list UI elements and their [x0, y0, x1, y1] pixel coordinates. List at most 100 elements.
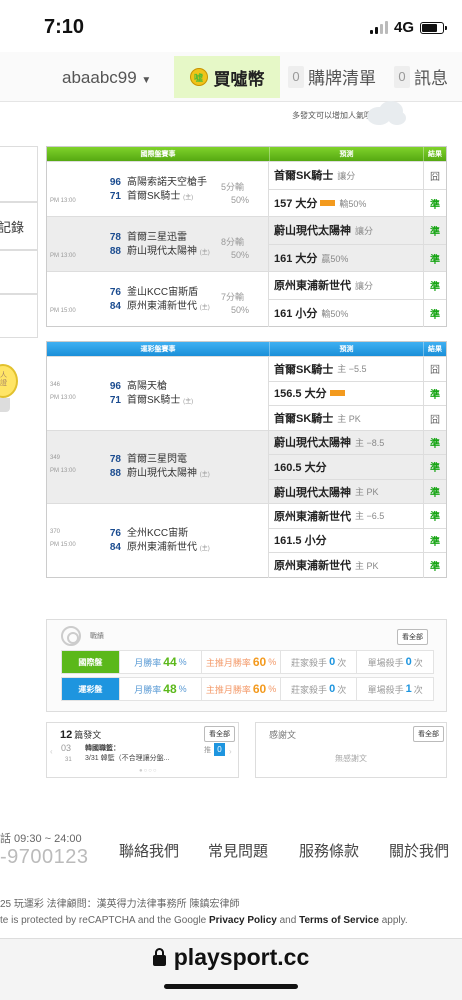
home-score: 71 — [109, 394, 121, 406]
footer-link-about[interactable]: 關於我們 — [389, 840, 449, 861]
messages-count: 0 — [394, 65, 410, 88]
battery-icon — [420, 21, 447, 34]
posts-view-all-button[interactable]: 看全部 — [204, 726, 235, 742]
away-team[interactable]: 96 高陽天槍 — [100, 377, 167, 392]
home-tag: (主) — [199, 249, 210, 256]
prediction-column: 原州東浦新世代主 −6.5 準 161.5 小分準原州東浦新世代主 PK 準 — [269, 504, 446, 578]
match-cell: PM 13:00 78 首爾三星迅雷 88 蔚山現代太陽神 (主) 8分輸 50% — [47, 217, 269, 272]
away-team[interactable]: 76 釜山KCC宙斯盾 — [100, 283, 198, 298]
prediction-text[interactable]: 160.5 大分 — [269, 455, 424, 479]
prediction-text[interactable]: 蔚山現代太陽神主 PK — [269, 479, 424, 504]
footer-link-faq[interactable]: 常見問題 — [208, 840, 268, 861]
result-win: 準 — [430, 226, 440, 238]
prediction-detail: 讓分 — [355, 280, 374, 291]
away-team[interactable]: 78 首爾三星閃電 — [100, 450, 187, 465]
prediction-pick: 160.5 大分 — [274, 461, 327, 474]
stats-main: 主推月勝率 60% — [202, 678, 281, 700]
prediction-column: 首爾SK騎士主 −5.5 囧 156.5 大分準首爾SK騎士主 PK 囧 — [269, 357, 446, 431]
terms-of-service-link[interactable]: Terms of Service — [299, 915, 379, 926]
result-win: 準 — [430, 561, 440, 573]
home-tag: (主) — [199, 545, 210, 552]
prediction-text[interactable]: 161 大分 贏50% — [269, 244, 424, 272]
intl-table-header: 國際盤賽事 預測 結果 — [47, 147, 446, 161]
privacy-policy-link[interactable]: Privacy Policy — [209, 915, 277, 926]
chevron-right-icon[interactable]: › — [229, 747, 232, 756]
home-indicator[interactable] — [164, 984, 298, 989]
home-team[interactable]: 71 首爾SK騎士 (主) — [100, 391, 193, 406]
lottery-table-body: 346 PM 13:00 96 高陽天槍 71 首爾SK騎士 (主) 首爾SK騎士主 −5.… — [47, 356, 446, 578]
messages-link[interactable]: 0 訊息 — [394, 64, 448, 89]
result-win: 準 — [430, 254, 440, 266]
prediction-row: 161.5 小分 準 — [269, 528, 446, 553]
prediction-row: 首爾SK騎士 讓分囧 — [269, 162, 446, 190]
prediction-pick: 首爾SK騎士 — [274, 363, 334, 376]
prediction-text[interactable]: 原州東浦新世代主 −6.5 — [269, 504, 424, 528]
header-result: 結果 — [428, 346, 442, 353]
prediction-pick: 首爾SK騎士 — [274, 413, 334, 426]
buy-coin-button[interactable]: 噓 買噓幣 — [174, 56, 280, 98]
away-team[interactable]: 78 首爾三星迅雷 — [100, 228, 187, 243]
result-win: 準 — [430, 199, 440, 211]
browser-url-bar[interactable]: playsport.cc — [0, 938, 462, 1000]
home-team[interactable]: 88 蔚山現代太陽神 (主) — [100, 242, 210, 257]
away-team[interactable]: 96 高陽索諾天空槍手 — [100, 173, 207, 188]
prediction-row: 蔚山現代太陽神 讓分準 — [269, 217, 446, 245]
stats-view-all-button[interactable]: 看全部 — [397, 629, 428, 645]
prediction-text[interactable]: 161 小分 輸50% — [269, 299, 424, 327]
footer-link-contact[interactable]: 聯絡我們 — [119, 840, 179, 861]
cart-count: 0 — [288, 65, 304, 88]
home-team[interactable]: 71 首爾SK騎士 (主) — [100, 187, 193, 202]
prediction-text[interactable]: 原州東浦新世代主 PK — [269, 553, 424, 578]
prediction-row: 原州東浦新世代主 PK 準 — [269, 553, 446, 578]
prediction-text[interactable]: 首爾SK騎士主 PK — [269, 406, 424, 431]
target-icon — [61, 626, 81, 646]
away-team[interactable]: 76 全州KCC宙斯 — [100, 524, 188, 539]
lock-icon — [152, 948, 166, 966]
prediction-text[interactable]: 原州東浦新世代 讓分 — [269, 272, 424, 299]
game-number: 346 — [50, 381, 61, 388]
chevron-left-icon[interactable]: ‹ — [50, 747, 53, 756]
home-team[interactable]: 88 蔚山現代太陽神 (主) — [100, 464, 210, 479]
post-item[interactable]: 韓國職籃： 3/31 韓籃（不合理讓分盤... — [85, 744, 169, 764]
home-tag: (主) — [183, 398, 194, 405]
prediction-pick: 原州東浦新世代 — [274, 510, 351, 523]
cloud-icon — [367, 101, 406, 125]
prediction-text[interactable]: 156.5 大分 — [269, 381, 424, 405]
home-team[interactable]: 84 原州東浦新世代 (主) — [100, 297, 210, 312]
prediction-text[interactable]: 157 大分 輸50% — [269, 189, 424, 217]
user-menu[interactable]: abaabc99 ▼ — [62, 68, 151, 88]
game-number: 349 — [50, 455, 61, 462]
home-score: 71 — [109, 190, 121, 202]
footer-link-terms[interactable]: 服務條款 — [299, 840, 359, 861]
sidebar-box — [0, 146, 38, 202]
stats-single: 單場殺手 0 次 — [367, 656, 423, 668]
game-time: PM 13:00 — [50, 394, 76, 401]
prediction-text[interactable]: 蔚山現代太陽神 讓分 — [269, 217, 424, 244]
prediction-pick: 161 小分 — [274, 308, 318, 321]
post-date: 03 31 — [61, 743, 72, 763]
prediction-row: 原州東浦新世代 讓分準 — [269, 272, 446, 300]
spread-result: 8分輸 50% — [221, 236, 250, 260]
sidebar-record-link[interactable]: 記錄 — [0, 202, 38, 250]
spread-result: 7分輸 50% — [221, 291, 250, 315]
prediction-text[interactable]: 首爾SK騎士 讓分 — [269, 162, 424, 189]
intl-table-body: PM 13:00 96 高陽索諾天空槍手 71 首爾SK騎士 (主) 5分輸 50% 首爾SK… — [47, 161, 446, 327]
home-tag: (主) — [199, 472, 210, 479]
home-team[interactable]: 84 原州東浦新世代 (主) — [100, 538, 210, 553]
cart-link[interactable]: 0 購牌清單 — [288, 64, 376, 89]
prediction-row: 蔚山現代太陽神主 −8.5 準 — [269, 430, 446, 455]
thanks-title: 感謝文 — [269, 730, 297, 740]
prediction-pick: 157 大分 — [274, 198, 318, 211]
result-win: 準 — [430, 281, 440, 293]
game-time: PM 15:00 — [50, 541, 76, 548]
copyright-text: 25 玩運彩 法律顧問：漢英得力法律事務所 陳鎮宏律師 — [0, 899, 240, 910]
spread-result: 5分輸 50% — [221, 181, 250, 205]
stats-zhuang: 莊家殺手 0 次 — [281, 678, 358, 700]
match-group: PM 15:00 76 釜山KCC宙斯盾 84 原州東浦新世代 (主) 7分輸 50% 原州東… — [47, 271, 446, 327]
top-nav: abaabc99 ▼ 噓 買噓幣 0 購牌清單 0 訊息 — [0, 52, 462, 102]
prediction-text[interactable]: 首爾SK騎士主 −5.5 — [269, 357, 424, 381]
thanks-view-all-button[interactable]: 看全部 — [413, 726, 444, 742]
thanks-empty: 無感謝文 — [335, 754, 367, 763]
prediction-text[interactable]: 蔚山現代太陽神主 −8.5 — [269, 430, 424, 454]
prediction-text[interactable]: 161.5 小分 — [269, 528, 424, 552]
